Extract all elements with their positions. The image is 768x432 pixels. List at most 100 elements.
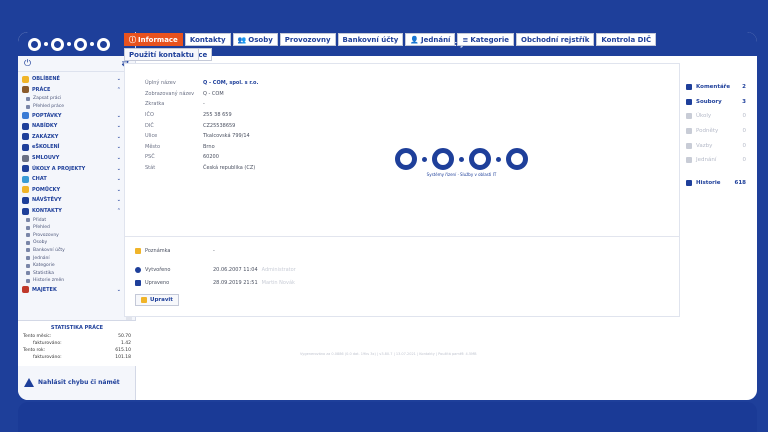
chevron-icon[interactable]: ⌄ (117, 144, 121, 150)
menu-icon (22, 122, 29, 130)
sidebar-item-label: ZAKÁZKY (32, 133, 59, 140)
chevron-icon[interactable]: ⌄ (117, 187, 121, 193)
detail-value: 60200 (203, 154, 219, 161)
power-icon[interactable]: ⏻ (24, 59, 31, 69)
sidebar-item[interactable]: KONTAKTY ⌃ (18, 206, 135, 217)
sidebar-subitem[interactable]: Statistika (18, 269, 135, 277)
sidebar-subitem[interactable]: Zapsat práci (18, 95, 135, 103)
tab[interactable]: Kontrola DIČ (596, 33, 657, 46)
chevron-icon[interactable]: ⌃ (117, 208, 121, 214)
sidebar-item[interactable]: PRÁCE ⌃ (18, 85, 135, 96)
sidebar-subitem[interactable]: Osoby (18, 239, 135, 247)
menu-icon (22, 186, 29, 194)
sidebar-subitem-label: Statistika (33, 270, 55, 276)
divider (125, 236, 679, 237)
side-panel-item[interactable]: Soubory 3 (686, 95, 746, 110)
side-panel-item[interactable]: Jednání 0 (686, 153, 746, 168)
chevron-icon[interactable]: ⌄ (117, 134, 121, 140)
sidebar-subitem[interactable]: Kategorie (18, 262, 135, 270)
sidebar-item-label: ÚKOLY A PROJEKTY (32, 165, 86, 172)
tab-contact-usage[interactable]: Použití kontaktu (124, 48, 199, 61)
sidebar-item-label: CHAT (32, 176, 47, 183)
chevron-icon[interactable]: ⌃ (117, 87, 121, 93)
sidebar-subitem[interactable]: Historie změn (18, 277, 135, 285)
sidebar-item[interactable]: NABÍDKY ⌄ (18, 121, 135, 132)
logo-tagline: Systémy řízení · Služby v oblasti IT (426, 172, 497, 177)
panel-icon (686, 142, 692, 149)
menu-icon (22, 286, 29, 294)
tab-label: Kategorie (470, 35, 509, 44)
side-panel-item[interactable]: Úkoly 0 (686, 109, 746, 124)
tab[interactable]: Kontakty (184, 33, 231, 46)
panel-icon (686, 179, 692, 186)
detail-key: Ulice (145, 133, 158, 140)
bullet-icon (26, 218, 30, 223)
sidebar-subitem[interactable]: Jednání (18, 254, 135, 262)
detail-value: - (203, 101, 205, 108)
bottom-banner (18, 402, 757, 432)
sidebar-subitem[interactable]: Přidat (18, 216, 135, 224)
tab[interactable]: 👥 Osoby (232, 33, 278, 46)
side-panel-item[interactable]: Podněty 0 (686, 124, 746, 139)
detail-key: Zobrazovaný název (145, 90, 195, 97)
chevron-icon[interactable]: ⌄ (117, 76, 121, 82)
chevron-icon[interactable]: ⌄ (117, 176, 121, 182)
side-panel-item[interactable]: Vazby 0 (686, 138, 746, 153)
detail-key: IČO (145, 112, 154, 119)
sidebar-item[interactable]: SMLOUVY ⌄ (18, 153, 135, 164)
tab[interactable]: ⓘ Informace (124, 33, 183, 46)
stats-row: fakturováno: 101.18 (23, 355, 131, 362)
tab[interactable]: 👤 Jednání (405, 33, 456, 46)
qcom-logo[interactable] (18, 32, 135, 56)
sidebar-item[interactable]: POMŮCKY ⌄ (18, 185, 135, 196)
stats-value: 101.18 (115, 355, 131, 360)
report-bug-link[interactable]: Nahlásit chybu či námět (18, 370, 136, 394)
tab-label: Provozovny (284, 35, 331, 44)
edit-button[interactable]: Upravit (135, 294, 179, 306)
chevron-icon[interactable]: ⌄ (117, 287, 121, 293)
detail-value: Q - COM (203, 90, 224, 97)
panel-label: Komentáře (696, 84, 731, 91)
sidebar-subitem-label: Kategorie (33, 263, 55, 269)
sidebar-item-label: NABÍDKY (32, 123, 58, 130)
sidebar-top: ⏻ ⇄ (18, 56, 135, 72)
sidebar-item[interactable]: POPTÁVKY ⌄ (18, 110, 135, 121)
sidebar-item[interactable]: ZAKÁZKY ⌄ (18, 132, 135, 143)
sidebar-subitem[interactable]: Přehled práce (18, 103, 135, 111)
sidebar-subitem[interactable]: Přehled (18, 224, 135, 232)
panel-label: Jednání (696, 157, 717, 164)
tab-label: Obchodní rejstřík (521, 35, 590, 44)
chevron-icon[interactable]: ⌄ (117, 113, 121, 119)
sidebar-subitem[interactable]: Bankovní účty (18, 247, 135, 255)
stats-key: fakturováno: (33, 355, 62, 360)
sidebar-item[interactable]: eŠKOLENÍ ⌄ (18, 142, 135, 153)
tab-icon: ≡ (462, 35, 469, 44)
chevron-icon[interactable]: ⌄ (117, 197, 121, 203)
chevron-icon[interactable]: ⌄ (117, 166, 121, 172)
tab[interactable]: ≡ Kategorie (457, 33, 514, 46)
edit-icon (141, 297, 147, 303)
chevron-icon[interactable]: ⌄ (117, 123, 121, 129)
pencil-icon (135, 279, 141, 286)
menu-icon (22, 154, 29, 162)
sidebar-item[interactable]: NÁVŠTĚVY ⌄ (18, 195, 135, 206)
tab-icon: 👥 (237, 35, 247, 44)
detail-row: Úplný název Q - COM, spol. s r.o. (145, 78, 258, 89)
side-panel-item[interactable]: Komentáře 2 (686, 80, 746, 95)
detail-value: Brno (203, 143, 215, 150)
sidebar-subitem[interactable]: Provozovny (18, 232, 135, 240)
stats-key: fakturováno: (33, 341, 62, 346)
bullet-icon (26, 271, 30, 276)
panel-count: 2 (742, 84, 746, 91)
side-panel-item[interactable]: Historie 618 (686, 176, 746, 191)
sidebar-item[interactable]: CHAT ⌄ (18, 174, 135, 185)
menu-icon (22, 75, 29, 83)
bullet-icon (26, 263, 30, 268)
chevron-icon[interactable]: ⌄ (117, 155, 121, 161)
tab[interactable]: Obchodní rejstřík (516, 33, 595, 46)
sidebar-item[interactable]: ÚKOLY A PROJEKTY ⌄ (18, 163, 135, 174)
sidebar-item[interactable]: OBLÍBENÉ ⌄ (18, 74, 135, 85)
sidebar-item[interactable]: MAJETEK ⌄ (18, 285, 135, 296)
tab[interactable]: Bankovní účty (337, 33, 404, 46)
tab[interactable]: Provozovny (279, 33, 336, 46)
